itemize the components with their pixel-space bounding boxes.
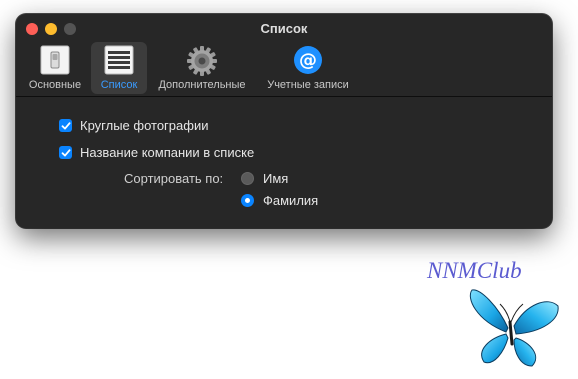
round-photos-label: Круглые фотографии xyxy=(80,118,209,133)
tab-list[interactable]: Список xyxy=(91,42,147,94)
at-icon: @ xyxy=(293,45,323,80)
butterfly-logo-icon xyxy=(469,289,559,367)
window-title: Список xyxy=(260,21,308,36)
tab-general[interactable]: Основные xyxy=(22,42,88,94)
round-photos-checkbox[interactable] xyxy=(59,119,72,132)
preferences-window: Список Основные Список Дополнительные @ … xyxy=(16,14,552,228)
tab-advanced[interactable]: Дополнительные xyxy=(153,42,251,94)
company-name-label: Название компании в списке xyxy=(80,145,255,160)
round-photos-option[interactable]: Круглые фотографии xyxy=(59,118,208,133)
sort-first-name-option[interactable]: Имя xyxy=(241,171,288,186)
sort-by-label: Сортировать по: xyxy=(124,171,224,186)
sort-last-name-label: Фамилия xyxy=(263,193,319,208)
preferences-toolbar: Основные Список Дополнительные @ Учетные… xyxy=(16,42,552,97)
list-icon xyxy=(104,45,134,80)
list-settings-pane: Круглые фотографии Название компании в с… xyxy=(16,97,552,228)
gear-icon xyxy=(186,45,218,82)
switch-icon xyxy=(40,45,70,80)
sort-last-name-radio[interactable] xyxy=(241,194,254,207)
company-name-option[interactable]: Название компании в списке xyxy=(59,145,254,160)
sort-first-name-radio[interactable] xyxy=(241,172,254,185)
title-bar[interactable]: Список xyxy=(16,14,552,42)
tab-advanced-label: Дополнительные xyxy=(158,79,246,91)
svg-text:@: @ xyxy=(299,50,317,71)
sort-last-name-option[interactable]: Фамилия xyxy=(241,193,318,208)
company-name-checkbox[interactable] xyxy=(59,146,72,159)
tab-general-label: Основные xyxy=(28,79,82,91)
watermark-text: NNMClub xyxy=(427,258,522,283)
sort-first-name-label: Имя xyxy=(263,171,289,186)
tab-accounts-label: Учетные записи xyxy=(267,79,349,91)
tab-list-label: Список xyxy=(100,79,138,91)
tab-accounts[interactable]: @ Учетные записи xyxy=(259,42,357,94)
